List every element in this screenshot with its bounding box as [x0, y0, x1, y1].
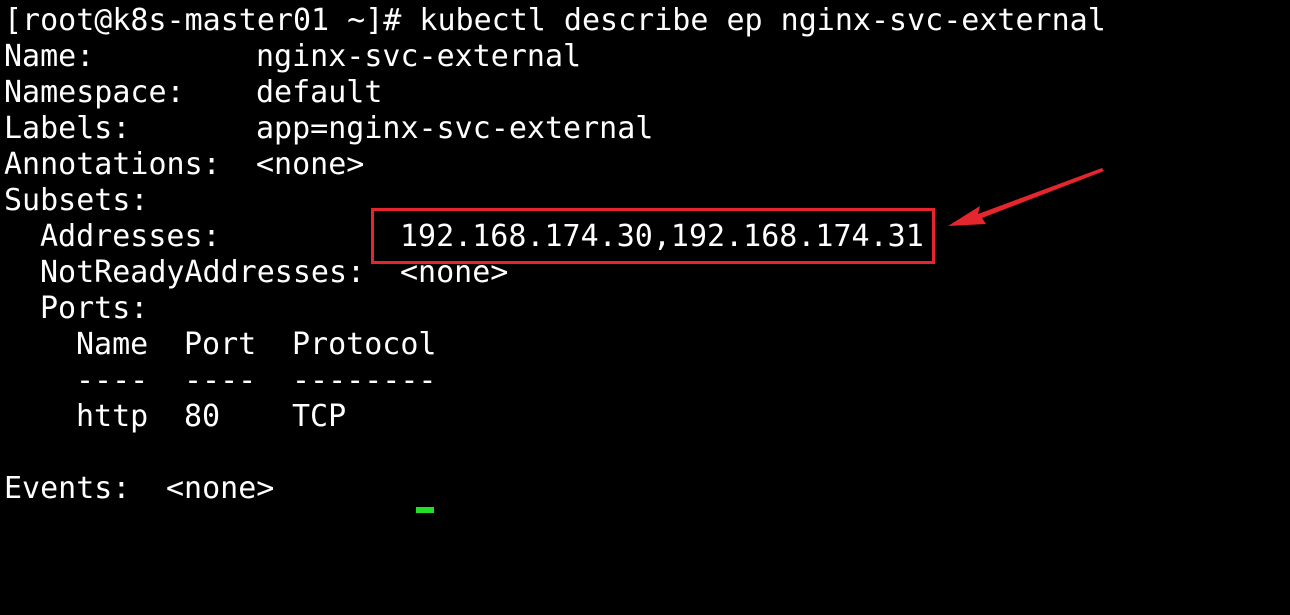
subsets-label: Subsets: [4, 183, 149, 218]
name-label: Name: [4, 39, 95, 74]
annotations-value: <none> [256, 147, 365, 182]
namespace-row: Namespace: default [4, 75, 382, 111]
ports-table-separator: ---- ---- -------- [4, 363, 437, 399]
addresses-row: Addresses: 192.168.174.30,192.168.174.31 [4, 219, 924, 255]
events-value: <none> [166, 471, 275, 506]
labels-row: Labels: app=nginx-svc-external [4, 111, 653, 147]
not-ready-addresses-label: NotReadyAddresses: [40, 255, 366, 290]
ports-table-row: http 80 TCP [4, 399, 346, 435]
ports-header-name: Name [76, 327, 149, 362]
addresses-highlight-box [371, 208, 935, 264]
ports-row: Ports: [4, 291, 148, 327]
prompt: [root@k8s-master01 ~]# [4, 3, 420, 38]
command-line: [root@k8s-master01 ~]# kubectl describe … [4, 3, 1106, 39]
addresses-label: Addresses: [40, 219, 221, 254]
events-row: Events: <none> [4, 471, 274, 507]
ports-separator-port: ---- [184, 363, 257, 398]
ports-table-header: Name Port Protocol [4, 327, 437, 363]
not-ready-addresses-row: NotReadyAddresses: <none> [4, 255, 508, 291]
ports-separator-protocol: -------- [292, 363, 437, 398]
annotations-row: Annotations: <none> [4, 147, 364, 183]
ports-separator-name: ---- [76, 363, 149, 398]
terminal-cursor [416, 507, 434, 513]
arrow-icon [948, 168, 1104, 226]
ports-header-protocol: Protocol [292, 327, 437, 362]
namespace-label: Namespace: [4, 75, 185, 110]
port-protocol-cell: TCP [292, 399, 347, 434]
name-row: Name: nginx-svc-external [4, 39, 581, 75]
annotations-label: Annotations: [4, 147, 221, 182]
command-text: kubectl describe ep nginx-svc-external [419, 3, 1106, 38]
labels-label: Labels: [4, 111, 131, 146]
name-value: nginx-svc-external [256, 39, 582, 74]
port-name-cell: http [76, 399, 149, 434]
subsets-row: Subsets: [4, 183, 149, 219]
namespace-value: default [256, 75, 383, 110]
ports-header-port: Port [184, 327, 257, 362]
events-label: Events: [4, 471, 131, 506]
labels-value: app=nginx-svc-external [256, 111, 654, 146]
ports-label: Ports: [40, 291, 149, 326]
terminal-window[interactable]: [root@k8s-master01 ~]# kubectl describe … [0, 0, 1290, 513]
port-number-cell: 80 [184, 399, 221, 434]
